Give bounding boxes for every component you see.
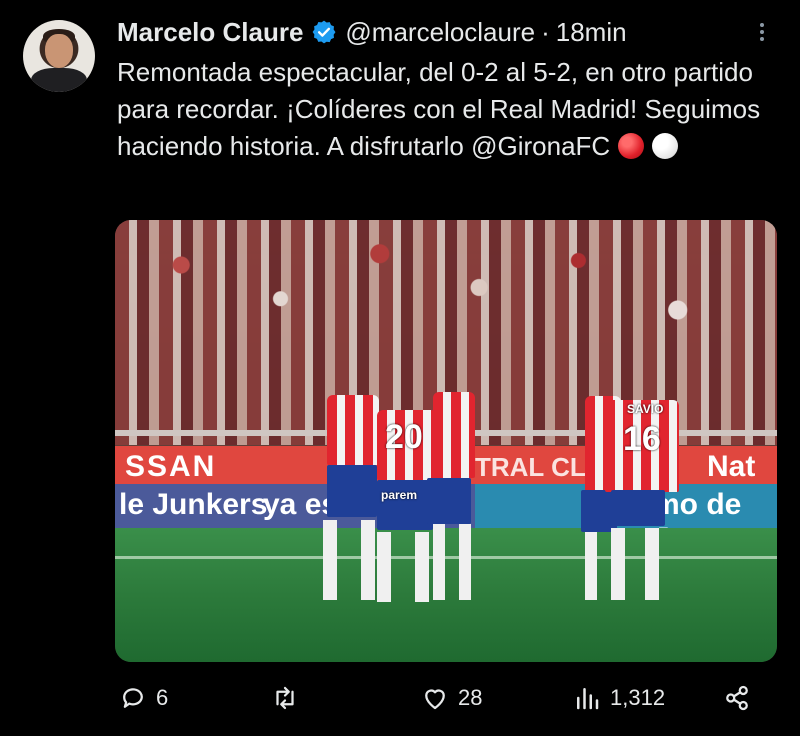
tweet-photo[interactable]: SSAN TRAL CLIN Nat le Junkers ya es mo d… <box>115 220 777 662</box>
player-legs <box>415 532 429 602</box>
jersey-number: 20 <box>385 418 423 456</box>
repost-icon <box>276 686 294 710</box>
share-icon <box>726 685 748 711</box>
player-legs <box>611 528 625 600</box>
player-legs <box>361 520 375 600</box>
player-shirt <box>327 395 379 465</box>
tweet-header: Marcelo Claure @marceloclaure · 18min <box>117 14 627 50</box>
separator-dot: · <box>541 16 550 47</box>
player-shirt <box>433 392 475 478</box>
avatar-body <box>31 68 87 92</box>
jersey-number: 16 <box>623 420 661 458</box>
ad-text: SSAN <box>125 450 217 483</box>
like-button[interactable]: 28 <box>420 680 482 716</box>
more-options-icon[interactable] <box>757 20 767 50</box>
shorts-sponsor: parem <box>381 488 418 502</box>
ad-text: le Junkers <box>119 488 268 521</box>
pitch-line <box>115 556 777 559</box>
player-shorts <box>327 465 377 517</box>
player-legs <box>459 524 471 600</box>
share-button[interactable] <box>722 680 752 716</box>
like-count: 28 <box>458 685 483 710</box>
player-legs <box>377 532 391 602</box>
author-handle[interactable]: @marceloclaure <box>345 17 535 48</box>
reply-count: 6 <box>156 685 169 710</box>
ad-text: Nat <box>707 450 756 483</box>
author-avatar[interactable] <box>23 20 95 92</box>
repost-button[interactable] <box>270 680 308 716</box>
player-shorts <box>611 490 665 526</box>
football-pitch <box>115 528 777 662</box>
views-count: 1,312 <box>610 685 666 710</box>
player-name: SAVIO <box>627 402 664 416</box>
player-shorts <box>427 478 471 524</box>
views-button[interactable]: 1,312 <box>572 680 665 716</box>
red-circle-emoji <box>618 133 645 159</box>
tweet-text: Remontada espectacular, del 0-2 al 5-2, … <box>117 54 777 165</box>
author-name[interactable]: Marcelo Claure <box>117 17 303 48</box>
verified-badge-icon <box>311 19 337 45</box>
views-icon <box>577 688 599 710</box>
player-legs <box>585 532 597 600</box>
reply-icon <box>123 688 143 708</box>
white-circle-emoji <box>652 133 679 159</box>
tweet-timestamp[interactable]: 18min <box>556 17 627 48</box>
avatar-face <box>45 34 73 68</box>
heart-icon <box>425 689 445 710</box>
player-legs <box>433 524 445 600</box>
reply-button[interactable]: 6 <box>118 680 168 716</box>
player-legs <box>323 520 337 600</box>
tweet-actions: 6 28 1,312 <box>0 676 800 720</box>
player-legs <box>645 528 659 600</box>
